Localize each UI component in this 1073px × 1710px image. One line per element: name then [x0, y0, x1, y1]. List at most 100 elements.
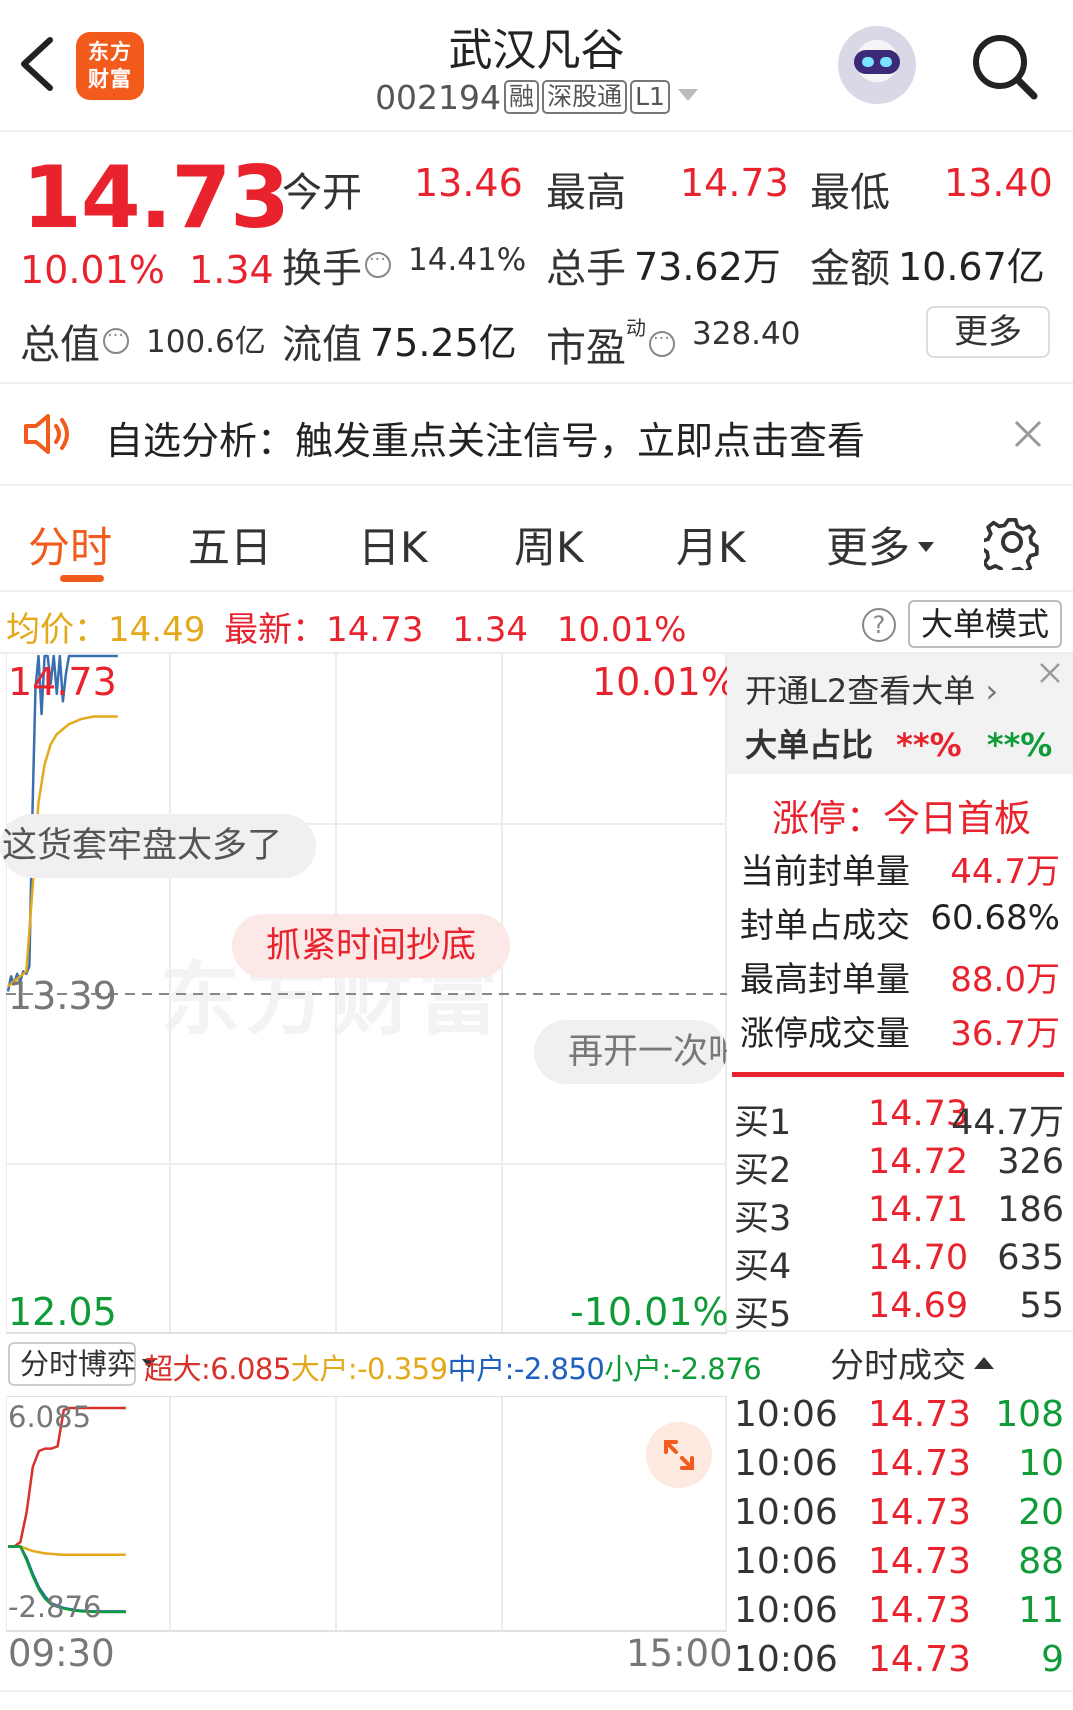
top-bar: 东方 财富 武汉凡谷 002194 融深股通 L1	[0, 0, 1073, 132]
y-axis-top-label: 14.73	[8, 660, 117, 704]
float-cap-value: 75.25亿	[370, 321, 517, 365]
pe-value: 328.40	[692, 316, 801, 352]
pct-axis-bottom-label: -10.01%	[570, 1290, 729, 1334]
current-price: 14.73	[22, 148, 290, 248]
stock-code-row[interactable]: 002194 融深股通 L1	[0, 78, 1073, 117]
turnover-value: 14.41%	[408, 242, 527, 278]
amount-value: 10.67亿	[898, 245, 1045, 289]
medium-value: -2.850	[513, 1352, 605, 1386]
money-flow-chart[interactable]	[5, 1395, 727, 1632]
small-value: -2.876	[670, 1352, 762, 1386]
comment-bubble[interactable]: 这货套牢盘太多了	[0, 814, 317, 878]
info-icon	[649, 324, 675, 357]
money-flow-bar: 分时博弈 超大:6.085大户:-0.359中户:-2.850小户:-2.876	[0, 1336, 762, 1392]
money-flow-grid	[5, 1395, 727, 1632]
latest-change: 1.34	[452, 610, 529, 650]
pe-superscript: 动	[626, 316, 646, 340]
ratio-buy: **%	[896, 726, 962, 764]
mktcap-value: 100.6亿	[146, 324, 266, 360]
order-book-row: 买3 14.71 186	[734, 1190, 1064, 1239]
turnover-label[interactable]: 换手	[282, 236, 394, 294]
order-book-row: 买2 14.72 326	[734, 1142, 1064, 1191]
latest-price: 14.73	[326, 610, 424, 650]
tab-intraday[interactable]: 分时	[28, 514, 112, 575]
limit-up-row: 最高封单量 88.0万	[740, 960, 1060, 1000]
assistant-robot-icon[interactable]	[838, 26, 916, 104]
y-axis-bottom-label: 12.05	[8, 1290, 117, 1334]
info-icon	[365, 245, 391, 278]
order-book-row: 买4 14.70 635	[734, 1238, 1064, 1287]
l2-promo-panel[interactable]: 开通L2查看大单 › 大单占比 **% **%	[727, 654, 1073, 774]
volume-label: 总手	[546, 246, 626, 292]
close-icon[interactable]	[1037, 660, 1063, 686]
tab-five-day[interactable]: 五日	[188, 514, 272, 575]
avg-price-value: 14.49	[108, 610, 206, 650]
speaker-icon	[24, 414, 69, 454]
info-icon	[103, 321, 129, 354]
chevron-down-icon	[677, 89, 698, 101]
gear-icon[interactable]	[984, 514, 1040, 570]
mktcap-label[interactable]: 总值	[20, 312, 132, 370]
money-flow-selector[interactable]: 分时博弈	[8, 1342, 157, 1386]
low-value: 13.40	[944, 161, 1053, 205]
notice-text[interactable]: 自选分析：触发重点关注信号，立即点击查看	[105, 410, 865, 465]
tab-daily-k[interactable]: 日K	[358, 514, 428, 575]
tick-trades-toggle[interactable]: 分时成交	[830, 1338, 994, 1387]
divider	[0, 484, 1073, 486]
expand-icon[interactable]	[646, 1422, 712, 1488]
float-cap-label: 流值	[282, 322, 362, 368]
y-axis-mid-label: 13.39	[8, 974, 117, 1018]
intraday-info-row: 均价：14.49 最新：14.73 1.34 10.01%	[6, 602, 686, 651]
money-flow-top-label: 6.085	[8, 1400, 92, 1434]
avg-price-label: 均价：	[6, 610, 108, 650]
tab-weekly-k[interactable]: 周K	[514, 514, 584, 575]
help-icon[interactable]: ?	[862, 608, 896, 642]
tab-more[interactable]: 更多	[826, 514, 935, 575]
level-tag: L1	[630, 80, 670, 114]
change-amount: 1.34	[189, 248, 274, 292]
amount-label: 金额	[810, 246, 890, 292]
latest-label: 最新：	[224, 610, 327, 650]
time-end-label: 15:00	[626, 1632, 733, 1675]
money-flow-chart-svg	[5, 1395, 727, 1632]
tab-monthly-k[interactable]: 月K	[676, 514, 746, 575]
high-value: 14.73	[680, 161, 789, 205]
limit-up-row: 涨停成交量 36.7万	[740, 1014, 1060, 1054]
limit-up-row: 封单占成交 60.68%	[740, 898, 1060, 946]
latest-percent: 10.01%	[556, 610, 687, 650]
high-label: 最高	[546, 170, 626, 216]
super-large-value: 6.085	[210, 1352, 291, 1386]
tab-active-indicator	[60, 575, 104, 582]
money-flow-values: 超大:6.085大户:-0.359中户:-2.850小户:-2.876	[144, 1352, 762, 1386]
chevron-down-icon	[918, 542, 935, 552]
open-value: 13.46	[414, 161, 523, 205]
stock-code: 002194	[375, 78, 502, 117]
ratio-sell: **%	[986, 726, 1053, 764]
quote-more-button[interactable]: 更多	[926, 306, 1050, 358]
big-order-ratio: 大单占比 **% **%	[745, 726, 1053, 764]
search-icon[interactable]	[968, 30, 1040, 102]
l2-open-link[interactable]: 开通L2查看大单 ›	[745, 666, 998, 712]
money-flow-bottom-label: -2.876	[8, 1590, 102, 1624]
low-label: 最低	[810, 170, 890, 216]
margin-tag: 融	[504, 80, 540, 114]
limit-up-divider	[732, 1072, 1064, 1077]
pe-label[interactable]: 市盈动	[546, 312, 678, 373]
comment-bubble[interactable]: 再开一次吧	[534, 1020, 727, 1084]
limit-up-title: 涨停：今日首板	[772, 797, 1031, 840]
limit-up-row: 当前封单量 44.7万	[740, 852, 1060, 892]
money-flow-line	[8, 1545, 126, 1556]
big-order-mode-button[interactable]: 大单模式	[908, 600, 1062, 648]
divider	[0, 590, 1073, 592]
close-icon[interactable]	[1012, 418, 1044, 450]
open-label: 今开	[282, 170, 362, 216]
money-flow-lines	[8, 1406, 126, 1614]
divider	[727, 1330, 1073, 1332]
connect-tag: 深股通	[542, 80, 628, 114]
comment-bubble[interactable]: 抓紧时间抄底	[232, 914, 511, 978]
volume-value: 73.62万	[634, 245, 781, 289]
large-value: -0.359	[357, 1352, 448, 1386]
pct-axis-top-label: 10.01%	[592, 660, 737, 704]
time-start-label: 09:30	[8, 1632, 115, 1675]
chevron-up-icon	[974, 1357, 994, 1369]
